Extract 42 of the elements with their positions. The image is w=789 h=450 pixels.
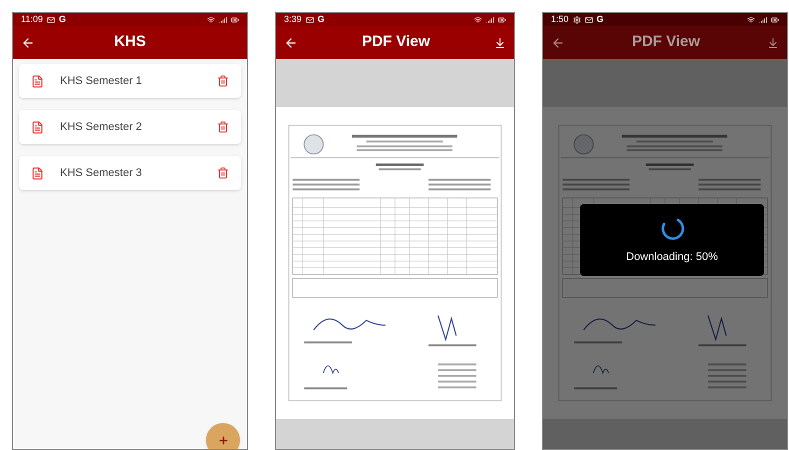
item-label: KHS Semester 1 bbox=[60, 74, 143, 89]
wifi-icon bbox=[747, 16, 755, 24]
mail-icon bbox=[46, 16, 55, 24]
signal-icon bbox=[759, 16, 767, 24]
list-item[interactable]: KHS Semester 2 bbox=[19, 110, 241, 144]
battery-icon bbox=[231, 16, 239, 24]
carrier-label: G bbox=[318, 13, 325, 26]
status-time: 11:09 bbox=[21, 13, 43, 26]
pdf-icon bbox=[31, 166, 44, 180]
back-button[interactable] bbox=[551, 36, 565, 50]
battery-icon bbox=[771, 16, 779, 24]
pdf-icon bbox=[31, 120, 44, 134]
status-time: 3:39 bbox=[284, 13, 302, 26]
screen-title: PDF View bbox=[362, 32, 430, 52]
delete-button[interactable] bbox=[217, 75, 229, 87]
delete-button[interactable] bbox=[217, 167, 229, 179]
progress-message: Downloading: 50% bbox=[626, 250, 718, 265]
download-button[interactable] bbox=[767, 36, 779, 48]
wifi-icon bbox=[474, 16, 482, 24]
signal-icon bbox=[486, 16, 494, 24]
settings-icon bbox=[572, 16, 581, 24]
item-label: KHS Semester 2 bbox=[60, 120, 143, 135]
add-button[interactable] bbox=[206, 423, 240, 449]
mail-icon bbox=[306, 16, 314, 24]
signal-icon bbox=[219, 16, 227, 24]
mail-icon bbox=[584, 16, 593, 24]
pdf-icon bbox=[31, 74, 44, 88]
back-button[interactable] bbox=[284, 36, 298, 50]
item-label: KHS Semester 3 bbox=[60, 166, 143, 181]
back-button[interactable] bbox=[21, 36, 35, 50]
delete-button[interactable] bbox=[217, 121, 229, 133]
wifi-icon bbox=[207, 16, 215, 24]
battery-icon bbox=[498, 16, 506, 24]
list-item[interactable]: KHS Semester 3 bbox=[19, 156, 241, 190]
plus-icon bbox=[218, 434, 228, 446]
carrier-label: G bbox=[596, 13, 604, 26]
screen-title: KHS bbox=[114, 32, 146, 52]
download-button[interactable] bbox=[494, 36, 506, 48]
list-item[interactable]: KHS Semester 1 bbox=[19, 64, 241, 98]
status-time: 1:50 bbox=[551, 13, 569, 26]
carrier-label: G bbox=[58, 13, 66, 26]
screen-title: PDF View bbox=[632, 32, 700, 52]
